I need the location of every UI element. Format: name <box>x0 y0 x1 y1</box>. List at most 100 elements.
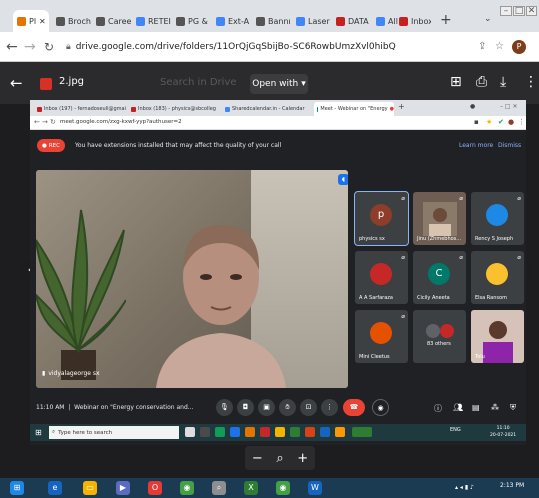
meet-icon <box>317 106 319 112</box>
others-count: 83 others <box>427 341 451 347</box>
back-arrow-icon[interactable]: ← <box>6 39 18 55</box>
word-icon[interactable]: W <box>308 481 322 495</box>
participant-avatar <box>486 263 508 285</box>
excel-icon[interactable]: X <box>244 481 258 495</box>
bookmark-star-icon[interactable]: ☆ <box>495 41 504 52</box>
app-icon <box>230 427 240 437</box>
raise-hand-button: ✋︎ <box>279 399 296 416</box>
plus-icon: + <box>398 102 405 111</box>
recording-dot-icon: ● <box>389 106 394 112</box>
share-icon[interactable]: ⇪ <box>478 41 486 52</box>
meeting-info: 11:10 AM | Webinar on "Energy conservati… <box>36 404 194 411</box>
meet-controls-bar: 11:10 AM | Webinar on "Energy conservati… <box>30 394 526 422</box>
tab-retei[interactable]: RETEI <box>132 10 172 32</box>
tab-search-icon[interactable]: ⌄ <box>484 14 492 24</box>
search-app-icon[interactable]: ⌕ <box>212 481 226 495</box>
participant-tile: ⌀ Jinu (Zhmebhos... <box>413 192 466 245</box>
tab-broch[interactable]: Broch <box>52 10 92 32</box>
tab-label: DATA <box>348 16 369 26</box>
back-arrow-icon: ← <box>34 118 40 126</box>
tab-caree[interactable]: Caree <box>92 10 132 32</box>
participant-tile: ⌀ C Cicily Aneeta <box>413 251 466 304</box>
others-avatar <box>440 324 454 338</box>
inner-address-bar: ← → ↻ meet.google.com/zxg-kxwf-yyp?authu… <box>30 116 526 130</box>
screenshot-root: Pl ✕ Broch Caree RETEI PG & Ext-A Bannı <box>0 0 539 498</box>
profile-avatar[interactable]: P <box>512 40 526 54</box>
mic-off-icon: ⌀ <box>459 254 463 261</box>
internet-explorer-icon[interactable]: e <box>48 481 62 495</box>
extension-warning-banner: ● REC You have extensions installed that… <box>30 130 526 160</box>
speaker-person-image <box>156 225 286 388</box>
zoom-in-button[interactable]: + <box>297 451 308 466</box>
inner-tab-label: Inbox (197) - fernadoseuli@gmai <box>43 106 126 112</box>
url-text: drive.google.com/drive/folders/11OrQjGqS… <box>75 42 396 52</box>
main-speaker-video: ◖ ▮ vidyalageorge sx <box>36 170 348 388</box>
media-player-icon[interactable]: ▶ <box>116 481 130 495</box>
plant-image <box>36 209 126 380</box>
mic-off-icon: ⌀ <box>517 195 521 202</box>
tab-inbox[interactable]: Inbox <box>395 10 431 32</box>
activities-icon: ⁂ <box>491 403 499 412</box>
chrome-icon[interactable]: ◉ <box>180 481 194 495</box>
file-explorer-icon[interactable]: ▭ <box>83 481 97 495</box>
record-button: ◉ <box>372 399 389 416</box>
participant-tile: ⌀ Elsa Ransom <box>471 251 524 304</box>
zoom-magnifier-icon[interactable]: ⌕ <box>276 451 283 466</box>
close-window-button[interactable]: ✕ <box>526 6 537 16</box>
open-with-label: Open with <box>252 79 299 89</box>
back-arrow-icon[interactable]: ← <box>10 74 23 92</box>
people-icon: 👥︎ <box>453 403 464 412</box>
docs-icon <box>376 16 385 26</box>
tab-ext[interactable]: Ext-A <box>212 10 252 32</box>
windows-taskbar: ⊞ e ▭ ▶ O ◉ ⌕ X ◉ W ▴ ◂ ▮ ♪ 2:13 PM <box>0 478 539 498</box>
docs-icon <box>296 16 305 26</box>
word-icon <box>320 427 330 437</box>
reload-icon[interactable]: ↻ <box>44 40 54 54</box>
image-file-icon <box>40 78 52 90</box>
tab-label: Pl <box>29 16 37 26</box>
taskbar-search: ⌕ Type here to search <box>49 426 179 439</box>
download-icon[interactable]: ⤓ <box>500 74 506 90</box>
forward-arrow-icon[interactable]: → <box>24 39 36 55</box>
zoom-controls: − ⌕ + <box>245 446 315 470</box>
mic-off-icon: ⌀ <box>517 254 521 261</box>
open-with-button[interactable]: Open with ▾ <box>250 74 308 94</box>
audio-indicator-icon: ◖ <box>338 174 348 185</box>
mic-off-icon: ⌀ <box>401 195 405 202</box>
lock-icon: 🔒︎ <box>66 42 71 52</box>
zoom-out-button[interactable]: − <box>252 451 263 466</box>
calendar-icon <box>225 106 230 112</box>
tab-pl[interactable]: Pl ✕ <box>13 10 49 32</box>
more-options-icon[interactable]: ⋮ <box>524 74 538 90</box>
tab-pg[interactable]: PG & <box>172 10 212 32</box>
maximize-button[interactable]: □ <box>513 6 525 16</box>
globe-icon <box>96 16 105 26</box>
print-icon[interactable]: ⎙ <box>476 74 487 90</box>
gmail-icon <box>399 16 408 26</box>
inner-tab: Inbox (183) - physics@sbcolleg <box>128 102 220 116</box>
minimize-button[interactable]: – <box>500 6 512 16</box>
chrome-icon[interactable]: ◉ <box>276 481 290 495</box>
tab-bann[interactable]: Bannı <box>252 10 292 32</box>
drive-icon <box>17 16 26 26</box>
url-field[interactable]: 🔒︎ drive.google.com/drive/folders/11OrQj… <box>66 38 446 56</box>
opera-icon[interactable]: O <box>148 481 162 495</box>
system-tray-icons[interactable]: ▴ ◂ ▮ ♪ <box>455 484 474 491</box>
record-dot-icon: ● <box>42 142 47 149</box>
windows-start-icon[interactable]: ⊞ <box>10 481 24 495</box>
inner-time: 11:10 <box>496 426 510 431</box>
inner-tab: Inbox (197) - fernadoseuli@gmai <box>34 102 126 116</box>
inner-clock: 11:10 20-07-2021 <box>490 425 516 439</box>
tab-laser[interactable]: Laser <box>292 10 332 32</box>
app-icon <box>245 427 255 437</box>
close-icon[interactable]: ✕ <box>39 17 46 26</box>
inner-url-text: meet.google.com/zxg-kxwf-yyp?authuser=2 <box>60 119 182 125</box>
tab-data[interactable]: DATA <box>332 10 372 32</box>
participant-name: Elsa Ransom <box>475 295 507 301</box>
participant-avatar <box>486 204 508 226</box>
add-to-drive-icon[interactable]: ⊞ <box>450 74 462 90</box>
new-tab-button[interactable]: + <box>440 12 452 28</box>
participant-name: A A Sarfaraza <box>359 295 393 301</box>
inner-tab-label: Meet - Webinar on "Energy <box>320 106 388 112</box>
shield-icon: ⛨ <box>510 403 516 412</box>
